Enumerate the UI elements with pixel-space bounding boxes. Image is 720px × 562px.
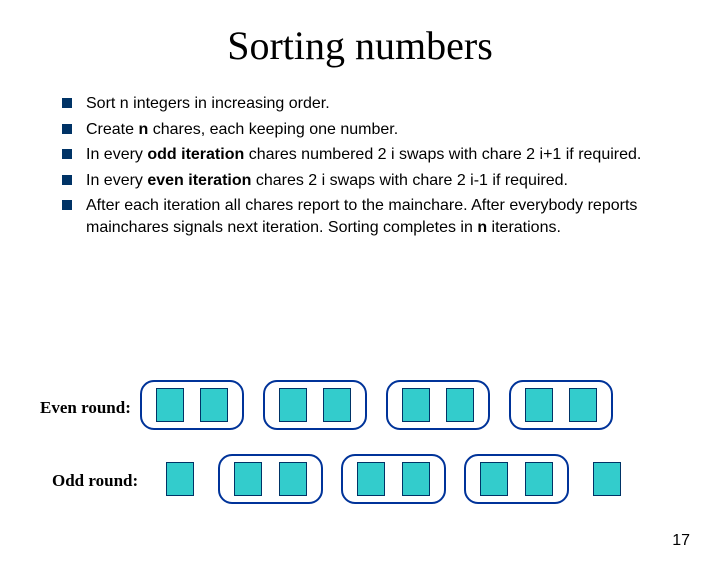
bullet-icon xyxy=(62,175,72,185)
even-round-label: Even round: xyxy=(40,398,131,418)
chare-box xyxy=(593,462,621,496)
chare-pair xyxy=(386,380,490,430)
odd-round-diagram xyxy=(160,454,641,504)
chare-single xyxy=(160,460,200,498)
chare-box xyxy=(569,388,597,422)
chare-pair xyxy=(218,454,322,504)
bullet-item: In every even iteration chares 2 i swaps… xyxy=(62,170,690,192)
bullet-icon xyxy=(62,149,72,159)
bullet-item: Create n chares, each keeping one number… xyxy=(62,119,690,141)
chare-box xyxy=(279,462,307,496)
even-round-diagram xyxy=(140,380,627,430)
bullet-text: In every odd iteration chares numbered 2… xyxy=(86,144,641,166)
slide-title: Sorting numbers xyxy=(0,22,720,69)
bullet-icon xyxy=(62,124,72,134)
bullet-item: Sort n integers in increasing order. xyxy=(62,93,690,115)
odd-round-label: Odd round: xyxy=(52,471,138,491)
chare-box xyxy=(166,462,194,496)
bullet-text: Sort n integers in increasing order. xyxy=(86,93,330,115)
bullet-text: In every even iteration chares 2 i swaps… xyxy=(86,170,568,192)
chare-box xyxy=(446,388,474,422)
chare-pair xyxy=(341,454,445,504)
chare-pair xyxy=(140,380,244,430)
chare-box xyxy=(525,462,553,496)
chare-box xyxy=(480,462,508,496)
chare-box xyxy=(200,388,228,422)
chare-box xyxy=(402,388,430,422)
chare-pair xyxy=(509,380,613,430)
chare-box xyxy=(279,388,307,422)
chare-box xyxy=(525,388,553,422)
bullet-text: Create n chares, each keeping one number… xyxy=(86,119,398,141)
chare-box xyxy=(323,388,351,422)
chare-box xyxy=(357,462,385,496)
bullet-item: After each iteration all chares report t… xyxy=(62,195,690,238)
chare-single xyxy=(587,460,627,498)
bullet-list: Sort n integers in increasing order. Cre… xyxy=(62,93,690,239)
chare-box xyxy=(234,462,262,496)
bullet-text: After each iteration all chares report t… xyxy=(86,195,690,238)
bullet-item: In every odd iteration chares numbered 2… xyxy=(62,144,690,166)
chare-box xyxy=(402,462,430,496)
page-number: 17 xyxy=(672,532,690,550)
chare-pair xyxy=(464,454,568,504)
chare-pair xyxy=(263,380,367,430)
chare-box xyxy=(156,388,184,422)
bullet-icon xyxy=(62,98,72,108)
bullet-icon xyxy=(62,200,72,210)
